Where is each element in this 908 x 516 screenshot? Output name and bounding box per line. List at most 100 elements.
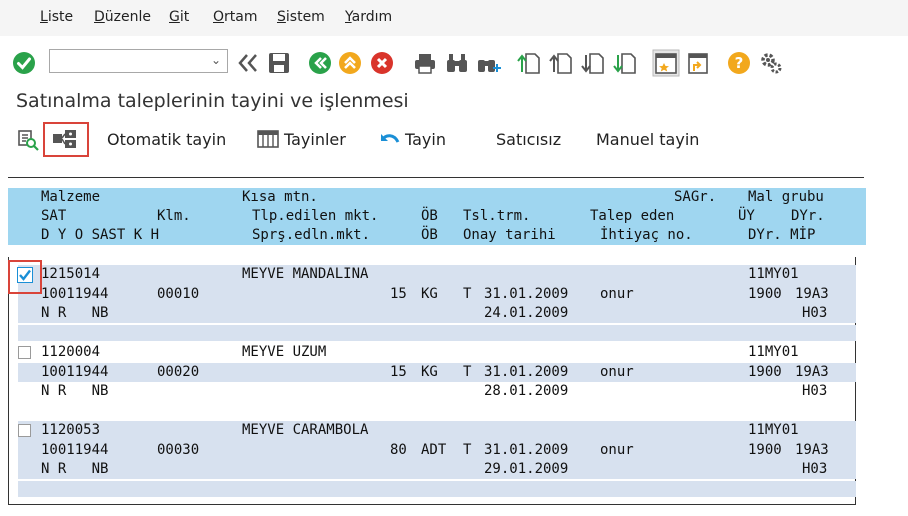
hdr-delivery-date: Tsl.trm. [463,208,531,224]
settings-icon[interactable] [759,51,783,75]
menu-yardim[interactable]: Yardım [345,9,392,25]
unit: ADT [421,442,447,458]
item-flags: N R NB [41,383,109,399]
menu-duzenle[interactable]: Düzenle [94,9,151,25]
check-icon[interactable] [12,51,36,75]
hdr-item: Klm. [157,208,191,224]
menu-sistem[interactable]: Sistem [277,9,325,25]
unit: KG [421,286,438,302]
item-number: 00030 [157,442,200,458]
plant: 1900 [748,286,782,302]
separator-line [8,177,864,178]
approval-date: 24.01.2009 [484,305,569,321]
material-group: 11MY01 [748,422,799,438]
command-field[interactable]: ⌄ [49,49,228,73]
save-icon[interactable] [267,51,291,75]
material-number: 1120004 [41,344,101,360]
hdr-sagr: SAGr. [674,189,717,205]
manual-assign-button[interactable]: Manuel tayin [596,127,699,153]
back-icon[interactable] [308,51,332,75]
cancel-icon[interactable] [370,51,394,75]
req-number: 10011944 [41,286,109,302]
delivery-date: 31.01.2009 [484,286,569,302]
hdr-short-text: Kısa mtn. [242,189,318,205]
print-icon[interactable] [413,52,437,74]
material-number: 1215014 [41,266,101,282]
menu-ortam[interactable]: Ortam [213,9,258,25]
delivery-date: 31.01.2009 [484,364,569,380]
find-next-icon[interactable] [476,52,502,74]
t-flag: T [463,442,472,458]
requisitioner: onur [600,442,634,458]
material-desc: MEYVE MANDALINA [242,266,369,282]
hdr-req-qty: Tlp.edilen mkt. [252,208,379,224]
plant: 1900 [748,364,782,380]
new-session-icon[interactable] [652,49,680,77]
hdr-req-number: İhtiyaç no. [600,227,693,243]
auto-assign-button[interactable]: Otomatik tayin [107,127,226,153]
mrp-controller: H03 [802,383,828,399]
hdr-flags: D Y O SAST K H [41,227,160,243]
storage-loc: 19A3 [795,286,829,302]
delivery-date: 31.01.2009 [484,442,569,458]
hdr-plant: ÜY [738,208,755,224]
menu-bar: Liste Düzenle Git Ortam Sistem Yardım [0,0,908,36]
detail-icon[interactable] [17,129,39,151]
item-checkbox[interactable] [18,346,31,359]
unit: KG [421,364,438,380]
material-number: 1120053 [41,422,101,438]
assignments-button[interactable]: Tayinler [284,127,346,153]
page-title: Satınalma taleplerinin tayini ve işlenme… [16,90,409,112]
table-icon [257,130,279,148]
hdr-material: Malzeme [41,189,101,205]
requisitioner: onur [600,364,634,380]
exit-icon[interactable] [338,51,362,75]
list-item-band [18,325,856,341]
approval-date: 29.01.2009 [484,461,569,477]
find-icon[interactable] [445,52,469,74]
quantity: 15 [390,364,407,380]
first-page-icon[interactable] [517,51,541,75]
menu-git[interactable]: Git [169,9,189,25]
prev-page-icon[interactable] [549,51,573,75]
hdr-sat: SAT [41,208,67,224]
storage-loc: 19A3 [795,442,829,458]
undo-arrow-icon [380,134,400,143]
item-flags: N R NB [41,461,109,477]
mrp-controller: H03 [802,305,828,321]
item-checkbox[interactable] [18,424,31,437]
quantity: 15 [390,286,407,302]
assignment-icon[interactable] [52,128,78,150]
quantity: 80 [390,442,407,458]
hdr-mrp: DYr. MİP [748,227,816,243]
assign-button[interactable]: Tayin [405,127,446,153]
hdr-order-qty: Sprş.edln.mkt. [252,227,371,243]
svg-text:?: ? [735,54,744,72]
last-page-icon[interactable] [613,51,637,75]
hdr-uom: ÖB [421,208,438,224]
hdr-requisitioner: Talep eden [590,208,675,224]
hdr-storage: DYr. [791,208,825,224]
hdr-uom-2: ÖB [421,227,438,243]
next-page-icon[interactable] [581,51,605,75]
no-vendor-button[interactable]: Satıcısız [496,127,561,153]
requisitioner: onur [600,286,634,302]
item-number: 00020 [157,364,200,380]
checkbox-checked-icon[interactable] [17,267,33,283]
double-left-icon[interactable] [236,52,260,74]
plant: 1900 [748,442,782,458]
chevron-down-icon[interactable]: ⌄ [211,53,221,67]
t-flag: T [463,364,472,380]
menu-liste[interactable]: Liste [40,9,73,25]
shortcut-icon[interactable] [686,51,710,75]
hdr-approval-date: Onay tarihi [463,227,556,243]
approval-date: 28.01.2009 [484,383,569,399]
material-group: 11MY01 [748,266,799,282]
material-desc: MEYVE CARAMBOLA [242,422,369,438]
hdr-mat-group: Mal grubu [748,189,824,205]
req-number: 10011944 [41,364,109,380]
req-number: 10011944 [41,442,109,458]
material-group: 11MY01 [748,344,799,360]
t-flag: T [463,286,472,302]
help-icon[interactable]: ? [727,51,751,75]
